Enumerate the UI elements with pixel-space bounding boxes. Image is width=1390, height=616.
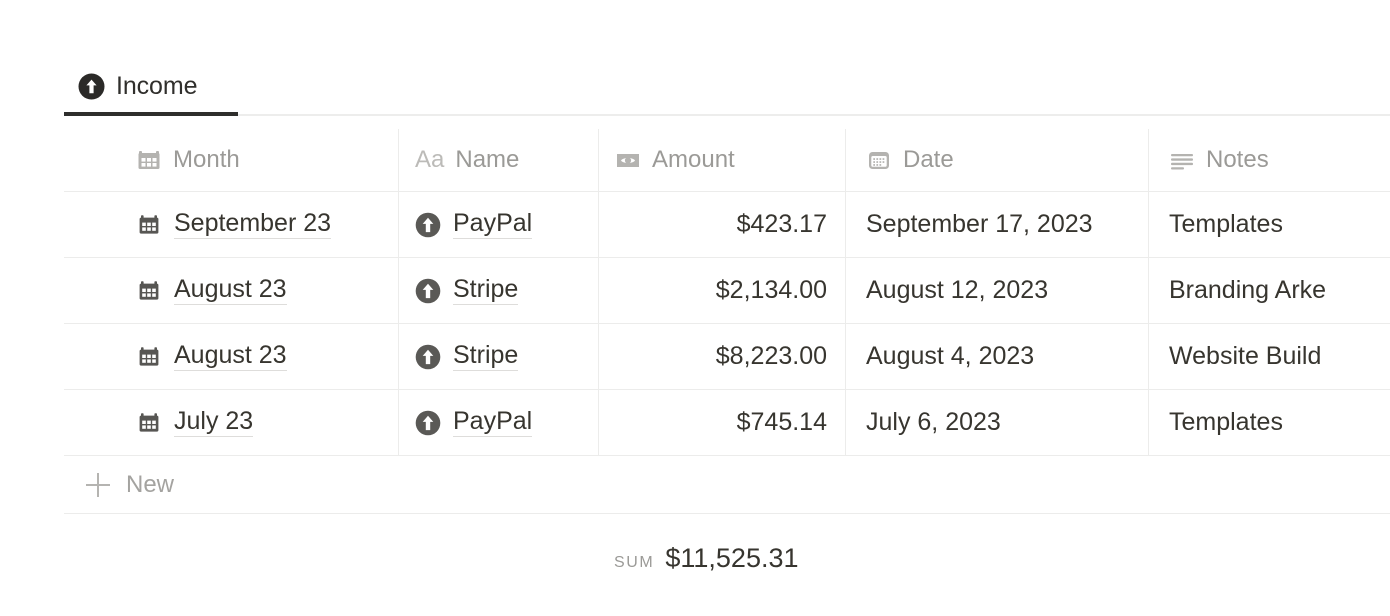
calendar-icon [136, 212, 162, 238]
cell-amount[interactable]: $2,134.00 [599, 258, 846, 323]
cell-month-value[interactable]: September 23 [174, 210, 332, 240]
table-row[interactable]: July 23 PayPal $745.14 July 6, 2023 Temp… [64, 390, 1390, 456]
cell-amount-value: $745.14 [736, 408, 827, 436]
cell-month[interactable]: July 23 [64, 390, 399, 455]
amount-sum-group[interactable]: SUM $11,525.31 [614, 543, 799, 574]
up-arrow-circle-icon [415, 410, 441, 436]
text-lines-icon [1169, 147, 1195, 173]
column-header-date-label: Date [903, 146, 954, 173]
cell-month[interactable]: August 23 [64, 258, 399, 323]
table-row[interactable]: August 23 Stripe $2,134.00 August 12, 20… [64, 258, 1390, 324]
new-row-label: New [126, 470, 175, 498]
column-header-month-label: Month [173, 146, 240, 173]
table-footer: SUM $11,525.31 [64, 522, 1390, 594]
up-arrow-circle-icon [415, 278, 441, 304]
cell-notes-value: Templates [1169, 408, 1283, 436]
cell-amount[interactable]: $745.14 [599, 390, 846, 455]
cell-notes[interactable]: Website Build [1149, 324, 1390, 389]
banknote-icon [615, 147, 641, 173]
cell-month-value[interactable]: July 23 [174, 408, 254, 438]
tab-income[interactable]: Income [64, 60, 205, 112]
cell-month[interactable]: September 23 [64, 192, 399, 257]
calendar-icon [136, 278, 162, 304]
date-icon [866, 147, 892, 173]
sum-label: SUM [614, 553, 655, 571]
plus-icon [86, 472, 110, 497]
cell-name-value[interactable]: PayPal [453, 408, 533, 438]
aa-text-icon: Aa [415, 146, 445, 173]
cell-name-value[interactable]: PayPal [453, 210, 533, 240]
cell-notes[interactable]: Templates [1149, 192, 1390, 257]
column-header-name-label: Name [455, 146, 520, 173]
column-header-month[interactable]: Month [64, 129, 399, 191]
table-row[interactable]: September 23 PayPal $423.17 September 17… [64, 192, 1390, 258]
cell-notes-value: Branding Arke [1169, 276, 1327, 304]
tab-income-label: Income [116, 71, 198, 100]
cell-name-value[interactable]: Stripe [453, 342, 519, 372]
cell-date-value: August 4, 2023 [866, 342, 1035, 370]
cell-notes[interactable]: Branding Arke [1149, 258, 1390, 323]
calendar-icon [136, 147, 162, 173]
income-database-view: Income Month Aa Name Amount Date Notes S… [0, 0, 1390, 616]
cell-date-value: July 6, 2023 [866, 408, 1001, 436]
cell-amount[interactable]: $8,223.00 [599, 324, 846, 389]
cell-notes-value: Templates [1169, 210, 1283, 238]
tab-bar-baseline [238, 114, 1390, 116]
cell-date[interactable]: August 4, 2023 [846, 324, 1149, 389]
cell-month-value[interactable]: August 23 [174, 342, 287, 372]
cell-name-value[interactable]: Stripe [453, 276, 519, 306]
cell-name[interactable]: Stripe [399, 258, 599, 323]
calendar-icon [136, 344, 162, 370]
cell-notes-value: Website Build [1169, 342, 1322, 370]
cell-month[interactable]: August 23 [64, 324, 399, 389]
cell-amount[interactable]: $423.17 [599, 192, 846, 257]
cell-name[interactable]: PayPal [399, 192, 599, 257]
cell-amount-value: $2,134.00 [715, 276, 827, 304]
view-tab-bar: Income [0, 60, 1390, 130]
column-header-notes-label: Notes [1206, 146, 1269, 173]
up-arrow-circle-icon [415, 212, 441, 238]
column-header-amount[interactable]: Amount [599, 129, 846, 191]
sum-value: $11,525.31 [665, 542, 799, 573]
cell-amount-value: $423.17 [736, 210, 827, 238]
up-arrow-circle-icon [415, 344, 441, 370]
income-table: Month Aa Name Amount Date Notes Septembe… [64, 129, 1390, 514]
cell-amount-value: $8,223.00 [715, 342, 827, 370]
column-header-name[interactable]: Aa Name [399, 129, 599, 191]
new-row-button[interactable]: New [64, 456, 1390, 514]
cell-date-value: September 17, 2023 [866, 210, 1093, 238]
table-row[interactable]: August 23 Stripe $8,223.00 August 4, 202… [64, 324, 1390, 390]
cell-name[interactable]: Stripe [399, 324, 599, 389]
calendar-icon [136, 410, 162, 436]
cell-date[interactable]: August 12, 2023 [846, 258, 1149, 323]
tab-active-underline [64, 112, 238, 116]
cell-date[interactable]: September 17, 2023 [846, 192, 1149, 257]
cell-name[interactable]: PayPal [399, 390, 599, 455]
column-header-notes[interactable]: Notes [1149, 129, 1390, 191]
cell-date-value: August 12, 2023 [866, 276, 1049, 304]
up-arrow-circle-icon [78, 73, 105, 100]
cell-notes[interactable]: Templates [1149, 390, 1390, 455]
cell-month-value[interactable]: August 23 [174, 276, 287, 306]
table-header-row: Month Aa Name Amount Date Notes [64, 129, 1390, 192]
column-header-amount-label: Amount [652, 146, 735, 173]
cell-date[interactable]: July 6, 2023 [846, 390, 1149, 455]
column-header-date[interactable]: Date [846, 129, 1149, 191]
